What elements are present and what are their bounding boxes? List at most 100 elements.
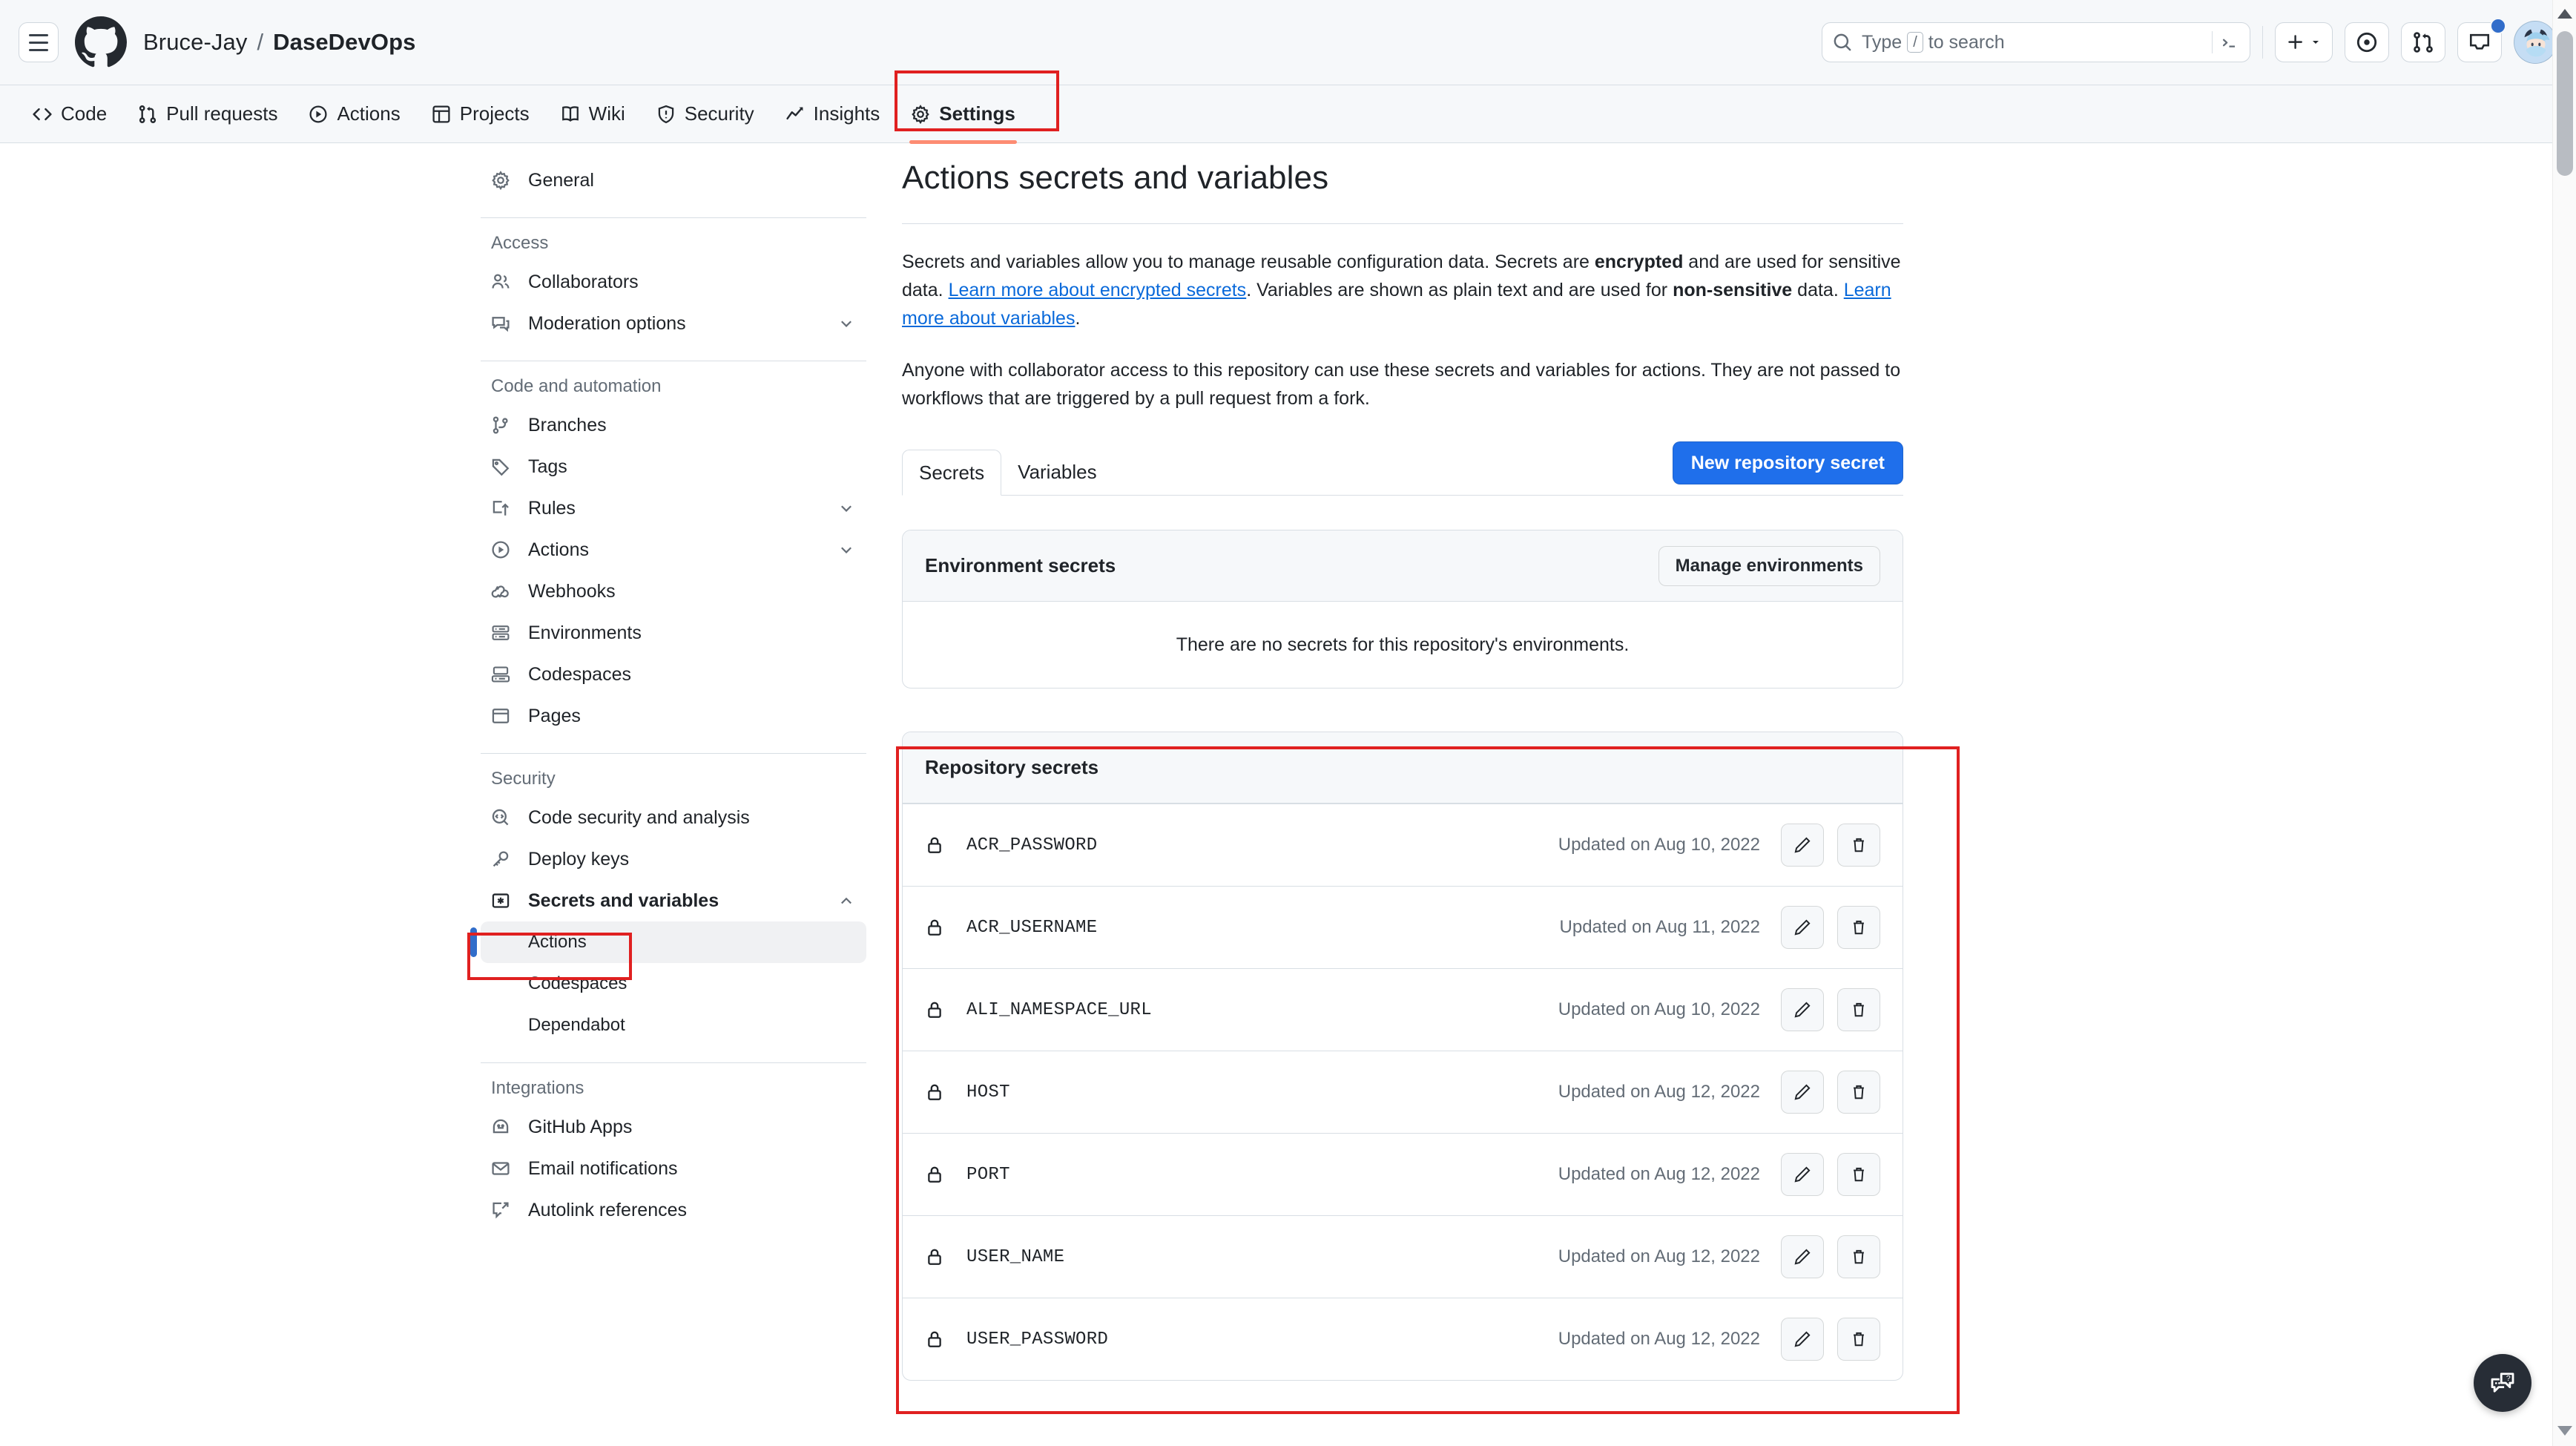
tab-projects[interactable]: Projects <box>418 91 543 138</box>
tab-wiki[interactable]: Wiki <box>547 91 639 138</box>
tab-insights[interactable]: Insights <box>772 91 894 138</box>
sidebar-item-github-apps[interactable]: GitHub Apps <box>481 1106 866 1148</box>
search-placeholder-suffix: to search <box>1928 32 2005 53</box>
tab-actions[interactable]: Actions <box>295 91 413 138</box>
delete-secret-button[interactable] <box>1837 1318 1880 1361</box>
gear-icon <box>911 105 930 124</box>
sidebar-subitem-actions[interactable]: Actions <box>481 921 866 963</box>
chevron-down-icon <box>2310 36 2322 48</box>
environment-secrets-title: Environment secrets <box>925 554 1116 577</box>
pull-requests-button[interactable] <box>2401 22 2445 62</box>
notifications-button[interactable] <box>2457 22 2502 62</box>
delete-secret-button[interactable] <box>1837 988 1880 1031</box>
sidebar-item-code-security-and-analysis[interactable]: Code security and analysis <box>481 797 866 838</box>
tab-settings[interactable]: Settings <box>897 91 1029 138</box>
sidebar-item-tags[interactable]: Tags <box>481 446 866 487</box>
tab-security-label: Security <box>685 102 754 125</box>
desc-part-4: data. <box>1792 280 1844 300</box>
sidebar-item-branches[interactable]: Branches <box>481 404 866 446</box>
sidebar-item-collaborators[interactable]: Collaborators <box>481 261 866 303</box>
breadcrumb-owner[interactable]: Bruce-Jay <box>143 29 247 56</box>
github-mark-icon[interactable] <box>75 16 127 68</box>
search-input[interactable]: Type / to search <box>1822 22 2250 62</box>
tab-security[interactable]: Security <box>643 91 768 138</box>
tab-secrets-label: Secrets <box>919 461 984 484</box>
lock-icon <box>925 1247 947 1266</box>
table-icon <box>432 105 451 124</box>
lock-icon <box>925 1082 947 1102</box>
sidebar-item-deploy-keys[interactable]: Deploy keys <box>481 838 866 880</box>
sidebar-item-environments[interactable]: Environments <box>481 612 866 654</box>
server-icon <box>491 623 518 643</box>
edit-secret-button[interactable] <box>1781 824 1824 867</box>
avatar[interactable] <box>2514 21 2557 64</box>
sidebar-subitem-codespaces[interactable]: Codespaces <box>481 963 866 1005</box>
link-encrypted-secrets[interactable]: Learn more about encrypted secrets <box>949 280 1247 300</box>
page-scrollbar[interactable] <box>2552 0 2576 1446</box>
secret-updated: Updated on Aug 12, 2022 <box>1558 1082 1760 1102</box>
edit-secret-button[interactable] <box>1781 988 1824 1031</box>
delete-secret-button[interactable] <box>1837 1071 1880 1114</box>
secret-updated: Updated on Aug 11, 2022 <box>1560 917 1760 938</box>
command-palette-icon[interactable] <box>2212 31 2239 53</box>
sidebar-item-moderation-options[interactable]: Moderation options <box>481 303 866 344</box>
desc-part-1: Secrets and variables allow you to manag… <box>902 252 1595 272</box>
scroll-up-arrow[interactable] <box>2557 9 2572 19</box>
edit-secret-button[interactable] <box>1781 1153 1824 1196</box>
repository-secrets-header: Repository secrets <box>903 732 1903 803</box>
secret-name: ACR_PASSWORD <box>966 835 1097 855</box>
sidebar-item-webhooks[interactable]: Webhooks <box>481 571 866 612</box>
sidebar-item-general[interactable]: General <box>481 160 866 201</box>
sidebar-item-actions[interactable]: Actions <box>481 529 866 571</box>
tab-variables[interactable]: Variables <box>1001 449 1113 495</box>
sidebar-item-email-notifications[interactable]: Email notifications <box>481 1148 866 1189</box>
delete-secret-button[interactable] <box>1837 1235 1880 1278</box>
search-placeholder: Type / to search <box>1862 32 2005 53</box>
header-actions: Type / to search <box>1822 21 2557 64</box>
sidebar-subitem-actions-label: Actions <box>528 932 587 953</box>
new-repository-secret-button[interactable]: New repository secret <box>1673 441 1903 484</box>
issues-button[interactable] <box>2345 22 2389 62</box>
pencil-icon <box>1793 1166 1811 1183</box>
sidebar-item-pages[interactable]: Pages <box>481 695 866 737</box>
tab-code-label: Code <box>61 102 107 125</box>
pencil-icon <box>1793 836 1811 854</box>
sidebar-subitem-dependabot[interactable]: Dependabot <box>481 1005 866 1046</box>
pencil-icon <box>1793 1330 1811 1348</box>
sidebar-item-tags-label: Tags <box>528 456 567 478</box>
sidebar-item-pages-label: Pages <box>528 706 581 727</box>
sidebar-item-codespaces[interactable]: Codespaces <box>481 654 866 695</box>
scroll-down-arrow[interactable] <box>2557 1426 2572 1436</box>
rules-icon <box>491 499 518 518</box>
create-new-button[interactable] <box>2275 22 2333 62</box>
sidebar-divider <box>481 753 866 754</box>
sidebar-item-rules[interactable]: Rules <box>481 487 866 529</box>
secret-updated: Updated on Aug 12, 2022 <box>1558 1164 1760 1185</box>
sidebar-item-autolink-references[interactable]: Autolink references <box>481 1189 866 1231</box>
trash-icon <box>1850 1083 1868 1101</box>
scroll-thumb[interactable] <box>2557 31 2573 176</box>
description-paragraph-2: Anyone with collaborator access to this … <box>902 356 1903 413</box>
codespaces-icon <box>491 665 518 684</box>
tab-wiki-label: Wiki <box>589 102 625 125</box>
sidebar-item-secrets-and-variables[interactable]: Secrets and variables <box>481 880 866 921</box>
delete-secret-button[interactable] <box>1837 906 1880 949</box>
edit-secret-button[interactable] <box>1781 906 1824 949</box>
edit-secret-button[interactable] <box>1781 1235 1824 1278</box>
edit-secret-button[interactable] <box>1781 1071 1824 1114</box>
table-row: PORT Updated on Aug 12, 2022 <box>903 1133 1903 1215</box>
table-row: ALI_NAMESPACE_URL Updated on Aug 10, 202… <box>903 968 1903 1051</box>
sidebar-heading-code-and-automation: Code and automation <box>481 376 866 397</box>
help-chat-button[interactable]: ? <box>2474 1354 2531 1412</box>
tab-pull-requests[interactable]: Pull requests <box>125 91 291 138</box>
tab-secrets[interactable]: Secrets <box>902 450 1001 496</box>
delete-secret-button[interactable] <box>1837 824 1880 867</box>
delete-secret-button[interactable] <box>1837 1153 1880 1196</box>
tab-code[interactable]: Code <box>19 91 120 138</box>
hamburger-icon[interactable] <box>19 22 59 62</box>
edit-secret-button[interactable] <box>1781 1318 1824 1361</box>
breadcrumb-repo[interactable]: DaseDevOps <box>273 29 415 56</box>
manage-environments-button[interactable]: Manage environments <box>1658 546 1880 586</box>
git-branch-icon <box>491 415 518 435</box>
description-paragraph-1: Secrets and variables allow you to manag… <box>902 248 1903 332</box>
